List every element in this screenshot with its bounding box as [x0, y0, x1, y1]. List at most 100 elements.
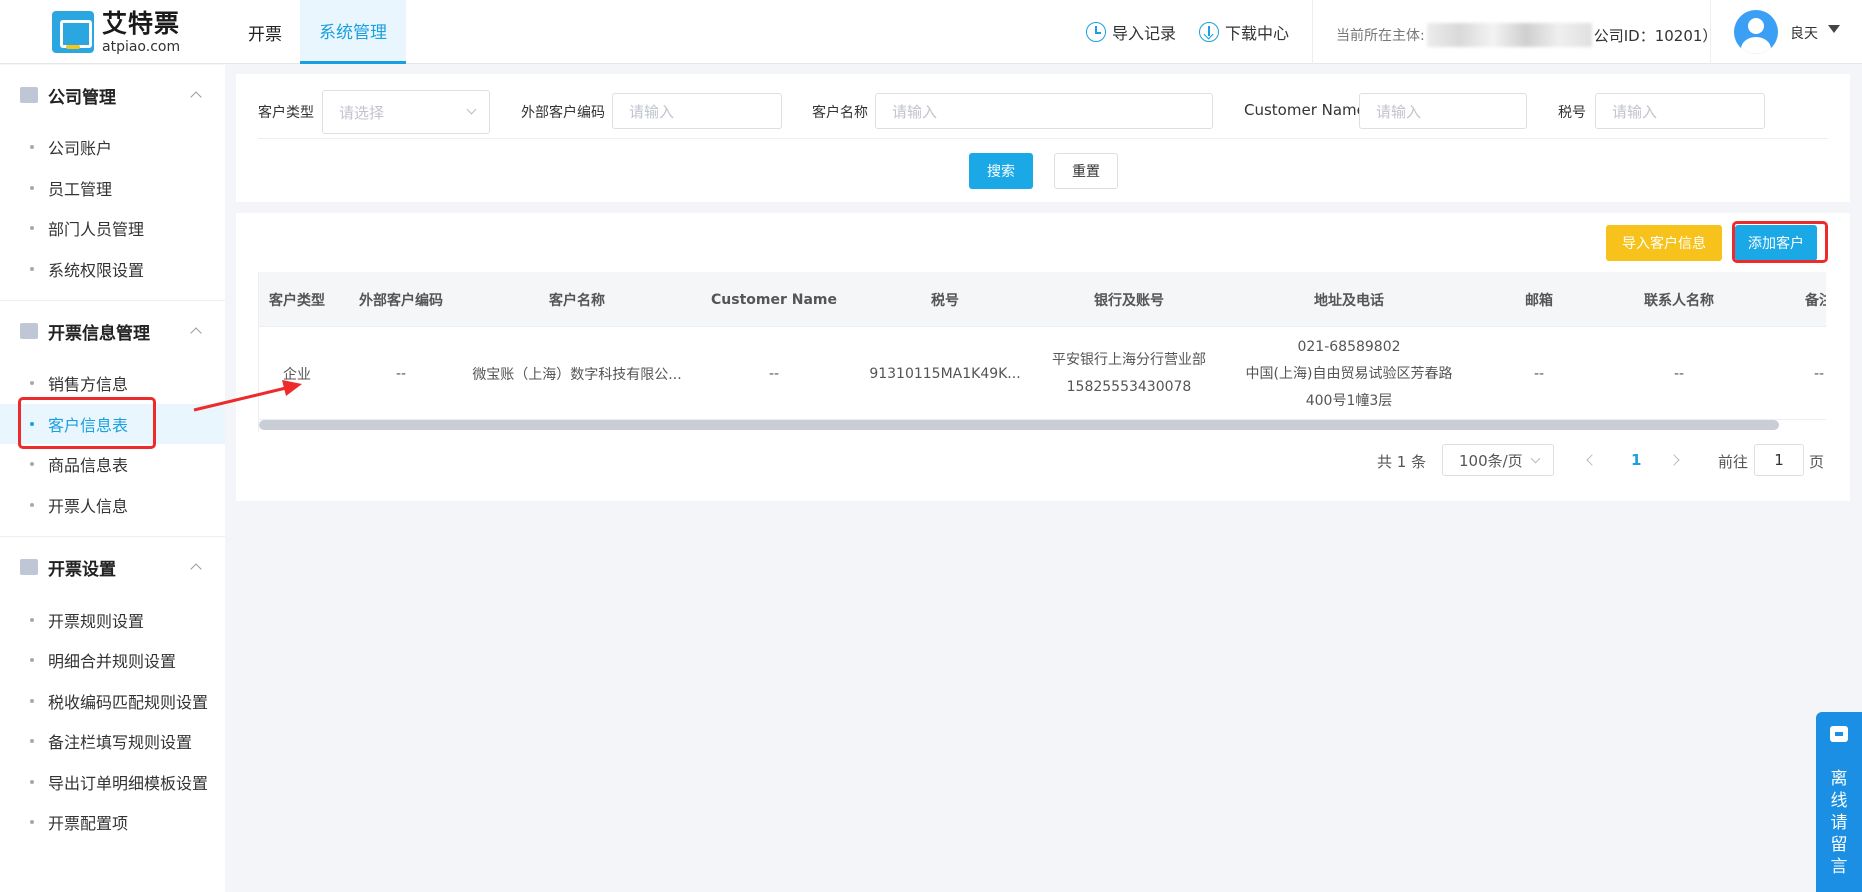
bank-account-number: 15825553430078 — [1066, 379, 1192, 395]
customer-name-en-input[interactable]: 请输入 — [1359, 93, 1527, 129]
bullet — [30, 503, 34, 507]
address-line: 400号1幢3层 — [1305, 392, 1393, 409]
sidebar-item-label: 备注栏填写规则设置 — [48, 733, 193, 752]
annotation-arrow — [193, 380, 302, 412]
sidebar-item-label: 部门人员管理 — [48, 220, 145, 239]
bullet — [30, 699, 34, 703]
username[interactable]: 良天 — [1790, 23, 1818, 43]
page-number-current[interactable]: 1 — [1631, 451, 1641, 469]
logo-icon — [52, 11, 94, 53]
customer-name-en-placeholder: 请输入 — [1376, 102, 1422, 121]
prev-page-icon[interactable] — [1586, 454, 1598, 466]
cell-external-code: -- — [395, 366, 407, 382]
bullet — [30, 658, 34, 662]
page-size-select[interactable]: 100条/页 — [1442, 444, 1554, 476]
chevron-up-icon — [190, 563, 202, 575]
customer-name-label: 客户名称 — [812, 105, 868, 121]
sidebar-item-permissions[interactable]: 系统权限设置 — [0, 249, 225, 289]
download-center-link[interactable]: 下载中心 — [1199, 20, 1289, 44]
external-code-label: 外部客户编码 — [521, 105, 605, 121]
sidebar-item-label: 员工管理 — [48, 180, 113, 199]
bullet — [30, 462, 34, 466]
table-row[interactable]: 企业 -- 微宝账（上海）数字科技有限公... -- 91310115MA1K4… — [259, 328, 1826, 420]
reset-button[interactable]: 重置 — [1054, 153, 1118, 189]
customer-name-en-label: Customer Name — [1244, 101, 1366, 119]
bullet — [30, 618, 34, 622]
bullet — [30, 267, 34, 271]
sidebar-item-export-template[interactable]: 导出订单明细模板设置 — [0, 762, 225, 802]
offline-message-text: 离线请留言 — [1830, 769, 1848, 877]
external-code-input[interactable]: 请输入 — [612, 93, 782, 129]
avatar[interactable] — [1734, 10, 1778, 54]
bullet — [30, 739, 34, 743]
import-records-link[interactable]: 导入记录 — [1086, 20, 1176, 44]
sidebar-item-invoice-rules[interactable]: 开票规则设置 — [0, 600, 225, 640]
horizontal-scrollbar[interactable] — [259, 420, 1779, 430]
column-header: 外部客户编码 — [359, 292, 443, 309]
entity-prefix: 当前所在主体: — [1336, 28, 1425, 44]
sidebar-item-tax-code-rules[interactable]: 税收编码匹配规则设置 — [0, 681, 225, 721]
cell-customer-name: 微宝账（上海）数字科技有限公... — [472, 367, 682, 383]
column-header: 联系人名称 — [1644, 292, 1714, 309]
current-entity: 当前所在主体: 公司ID：10201） — [1336, 23, 1717, 47]
sidebar-item-department-staff[interactable]: 部门人员管理 — [0, 208, 225, 248]
customer-type-select[interactable]: 请选择 — [322, 90, 490, 134]
tab-system-management[interactable]: 系统管理 — [300, 0, 406, 64]
next-page-icon[interactable] — [1668, 454, 1680, 466]
logo[interactable]: 艾特票 atpiao.com — [52, 10, 180, 54]
sidebar-item-label: 开票规则设置 — [48, 612, 145, 631]
sidebar-item-product-info[interactable]: 商品信息表 — [0, 444, 225, 484]
chevron-down-icon — [466, 104, 477, 115]
sidebar-item-issuer-info[interactable]: 开票人信息 — [0, 485, 225, 525]
entity-id: 公司ID：10201） — [1593, 26, 1718, 45]
column-header: 税号 — [931, 292, 959, 309]
tab-invoice[interactable]: 开票 — [230, 0, 300, 64]
customer-name-placeholder: 请输入 — [892, 102, 938, 121]
highlight-box-add-button — [1732, 221, 1828, 263]
offline-message-label: 离线请留言 — [1816, 768, 1862, 878]
logo-domain: atpiao.com — [102, 38, 181, 55]
bullet — [30, 820, 34, 824]
sidebar-item-label: 公司账户 — [48, 139, 113, 158]
customer-name-input[interactable]: 请输入 — [875, 93, 1213, 129]
customer-type-label: 客户类型 — [258, 105, 314, 121]
sidebar-item-company-account[interactable]: 公司账户 — [0, 127, 225, 167]
top-nav: 开票 系统管理 — [230, 0, 406, 64]
download-center-label: 下载中心 — [1225, 24, 1290, 43]
bullet — [30, 145, 34, 149]
settings-grid-icon — [20, 559, 38, 575]
sidebar-item-remark-rules[interactable]: 备注栏填写规则设置 — [0, 721, 225, 761]
chevron-up-icon — [190, 327, 202, 339]
column-header: 银行及账号 — [1094, 292, 1164, 309]
sidebar-item-label: 导出订单明细模板设置 — [48, 774, 209, 793]
sidebar-item-invoice-config[interactable]: 开票配置项 — [0, 802, 225, 842]
goto-page-input[interactable]: 1 — [1754, 444, 1804, 476]
panel-divider — [258, 138, 1828, 139]
caret-down-icon[interactable] — [1828, 25, 1840, 33]
page-unit-label: 页 — [1809, 453, 1825, 471]
bullet — [30, 226, 34, 230]
sidebar-item-label: 系统权限设置 — [48, 261, 145, 280]
column-header: 邮箱 — [1525, 292, 1553, 309]
table-header: 客户类型 外部客户编码 客户名称 Customer Name 税号 银行及账号 … — [259, 272, 1826, 327]
search-button[interactable]: 搜索 — [969, 153, 1033, 189]
import-customers-button[interactable]: 导入客户信息 — [1606, 225, 1722, 261]
cell-bank-account: 平安银行上海分行营业部 15825553430078 — [1029, 328, 1229, 420]
cell-contact: -- — [1673, 366, 1685, 382]
customer-type-placeholder: 请选择 — [339, 103, 385, 122]
tax-no-input[interactable]: 请输入 — [1595, 93, 1765, 129]
pagination-total: 共 1 条 — [1377, 453, 1427, 471]
offline-message-tab[interactable]: 离线请留言 — [1816, 712, 1862, 892]
sidebar-group-invoice-info[interactable]: 开票信息管理 — [0, 301, 225, 361]
sidebar-item-merge-rules[interactable]: 明细合并规则设置 — [0, 640, 225, 680]
page-size-value: 100条/页 — [1459, 451, 1523, 470]
sidebar-item-label: 开票配置项 — [48, 814, 129, 833]
sidebar-item-employees[interactable]: 员工管理 — [0, 168, 225, 208]
column-header: 客户类型 — [269, 292, 325, 309]
message-icon — [1830, 726, 1848, 742]
sidebar-item-label: 开票人信息 — [48, 497, 129, 516]
sidebar-group-company[interactable]: 公司管理 — [0, 65, 225, 125]
chevron-up-icon — [190, 91, 202, 103]
cell-customer-name-en: -- — [768, 366, 780, 382]
sidebar-group-invoice-settings[interactable]: 开票设置 — [0, 537, 225, 597]
